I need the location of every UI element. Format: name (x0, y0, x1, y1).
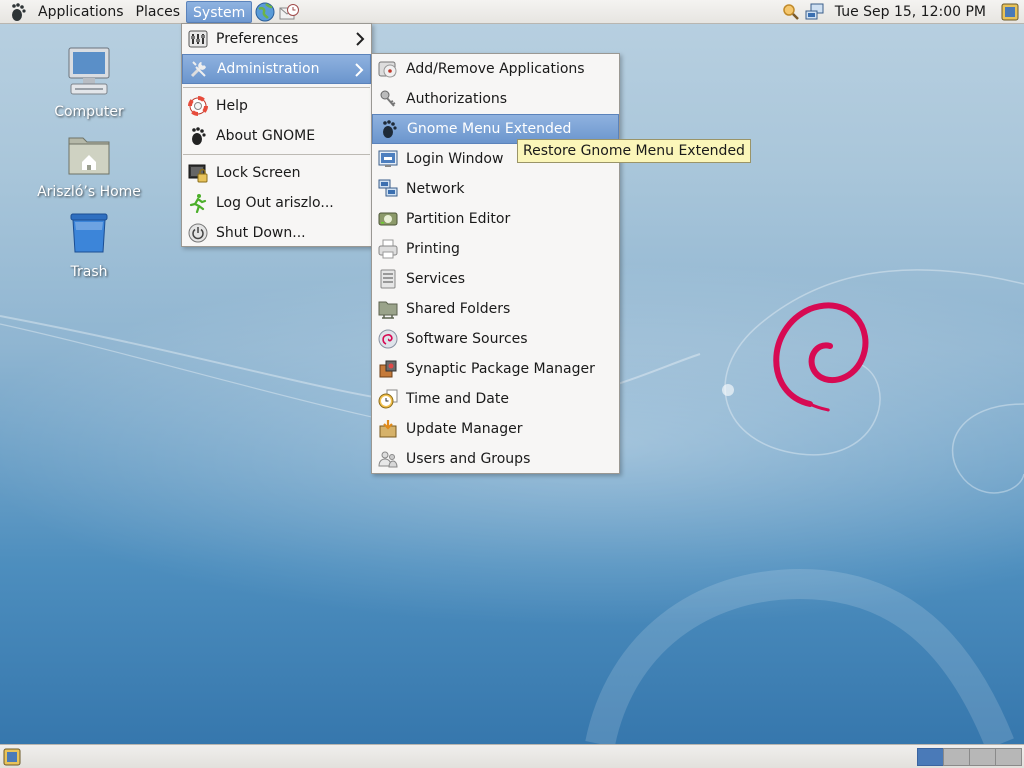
gnome-foot-icon (192, 127, 206, 145)
menu-item-about-gnome[interactable]: About GNOME (182, 121, 371, 151)
menu-item-partition-editor[interactable]: Partition Editor (372, 204, 619, 234)
web-browser-icon[interactable] (254, 1, 276, 23)
network-icon (378, 179, 398, 197)
lifebuoy-icon (188, 96, 208, 116)
menu-item-add-remove-applications[interactable]: Add/Remove Applications (372, 54, 619, 84)
users-icon (378, 451, 398, 468)
system-dropdown-menu: Preferences Administration Help About GN… (181, 23, 372, 247)
top-panel: Applications Places System Tue Sep 15, 1… (0, 0, 1024, 24)
menu-item-label: Authorizations (406, 91, 508, 107)
menu-item-label: Synaptic Package Manager (406, 361, 595, 377)
home-folder-icon (68, 137, 110, 175)
login-window-icon (378, 150, 398, 167)
menu-item-label: Log Out ariszlo... (216, 195, 334, 211)
lock-screen-icon (188, 164, 208, 183)
menu-item-shared-folders[interactable]: Shared Folders (372, 294, 619, 324)
workspace-2[interactable] (943, 748, 970, 766)
menu-item-update-manager[interactable]: Update Manager (372, 414, 619, 444)
menu-item-label: About GNOME (216, 128, 316, 144)
desktop-icon-home[interactable]: Ariszló’s Home (34, 130, 144, 200)
menu-item-label: Shared Folders (406, 301, 511, 317)
tools-icon (190, 61, 206, 78)
menu-item-time-and-date[interactable]: Time and Date (372, 384, 619, 414)
disk-icon (378, 212, 398, 226)
menu-item-users-and-groups[interactable]: Users and Groups (372, 444, 619, 474)
menu-item-synaptic-package-manager[interactable]: Synaptic Package Manager (372, 354, 619, 384)
system-tray: Tue Sep 15, 12:00 PM (781, 0, 1024, 24)
menu-item-label: Help (216, 98, 248, 114)
network-icon[interactable] (805, 2, 825, 22)
debian-swirl-icon (378, 329, 398, 349)
applications-menu[interactable]: Applications (32, 1, 130, 23)
workspace-switcher (917, 748, 1022, 766)
menu-item-label: Software Sources (406, 331, 528, 347)
menu-item-label: Update Manager (406, 421, 523, 437)
menu-item-services[interactable]: Services (372, 264, 619, 294)
menu-item-label: Partition Editor (406, 211, 511, 227)
keys-icon (380, 90, 396, 107)
bottom-panel (0, 744, 1024, 768)
system-menu[interactable]: System (186, 0, 253, 23)
menu-item-label: Printing (406, 241, 460, 257)
menu-item-network[interactable]: Network (372, 174, 619, 204)
debian-logo (773, 302, 869, 412)
menu-item-label: Administration (217, 61, 320, 77)
gnome-foot-icon[interactable] (8, 2, 28, 22)
preferences-icon (188, 30, 208, 48)
mail-client-icon[interactable] (278, 1, 300, 23)
clock-icon (378, 389, 398, 409)
menu-item-authorizations[interactable]: Authorizations (372, 84, 619, 114)
places-menu[interactable]: Places (130, 1, 187, 23)
menu-separator (183, 87, 370, 88)
menu-item-label: Users and Groups (406, 451, 531, 467)
menu-item-log-out[interactable]: Log Out ariszlo... (182, 188, 371, 218)
administration-submenu: Add/Remove Applications Authorizations G… (371, 53, 620, 474)
menu-item-label: Preferences (216, 31, 299, 47)
menu-item-preferences[interactable]: Preferences (182, 24, 371, 54)
gnome-foot-icon (383, 120, 397, 138)
tooltip: Restore Gnome Menu Extended (517, 139, 751, 163)
chevron-right-icon (356, 32, 365, 46)
desktop-icon-trash[interactable]: Trash (34, 210, 144, 280)
menu-item-label: Network (406, 181, 465, 197)
menu-item-administration[interactable]: Administration (182, 54, 371, 84)
menu-item-printing[interactable]: Printing (372, 234, 619, 264)
menu-item-label: Lock Screen (216, 165, 301, 181)
menu-item-software-sources[interactable]: Software Sources (372, 324, 619, 354)
menu-item-shut-down[interactable]: Shut Down... (182, 218, 371, 248)
clock[interactable]: Tue Sep 15, 12:00 PM (835, 4, 986, 20)
workspace-4[interactable] (995, 748, 1022, 766)
desktop-icon-label: Computer (54, 104, 124, 120)
menu-item-help[interactable]: Help (182, 91, 371, 121)
menu-separator (183, 154, 370, 155)
trash-icon (70, 213, 108, 253)
synaptic-icon (379, 360, 397, 378)
package-cd-icon (378, 61, 397, 78)
computer-icon (68, 47, 110, 95)
services-icon (380, 269, 396, 289)
menu-item-lock-screen[interactable]: Lock Screen (182, 158, 371, 188)
notification-icon[interactable] (1000, 2, 1020, 22)
update-icon (379, 420, 397, 438)
workspace-3[interactable] (969, 748, 996, 766)
desktop-icon-label: Trash (70, 264, 108, 280)
menu-item-label: Services (406, 271, 466, 287)
chevron-right-icon (355, 63, 364, 77)
desktop-icon-computer[interactable]: Computer (34, 46, 144, 120)
menu-item-label: Login Window (406, 151, 504, 167)
logout-runner-icon (189, 194, 207, 213)
menu-item-label: Gnome Menu Extended (407, 121, 572, 137)
search-icon[interactable] (781, 2, 801, 22)
shared-folder-icon (378, 301, 398, 319)
menu-item-label: Time and Date (406, 391, 509, 407)
menu-item-label: Add/Remove Applications (406, 61, 585, 77)
menu-item-label: Shut Down... (216, 225, 306, 241)
printer-icon (378, 239, 398, 259)
desktop-icon-label: Ariszló’s Home (37, 184, 141, 200)
show-desktop-icon[interactable] (3, 748, 21, 766)
workspace-1[interactable] (917, 748, 944, 766)
power-icon (188, 223, 208, 243)
